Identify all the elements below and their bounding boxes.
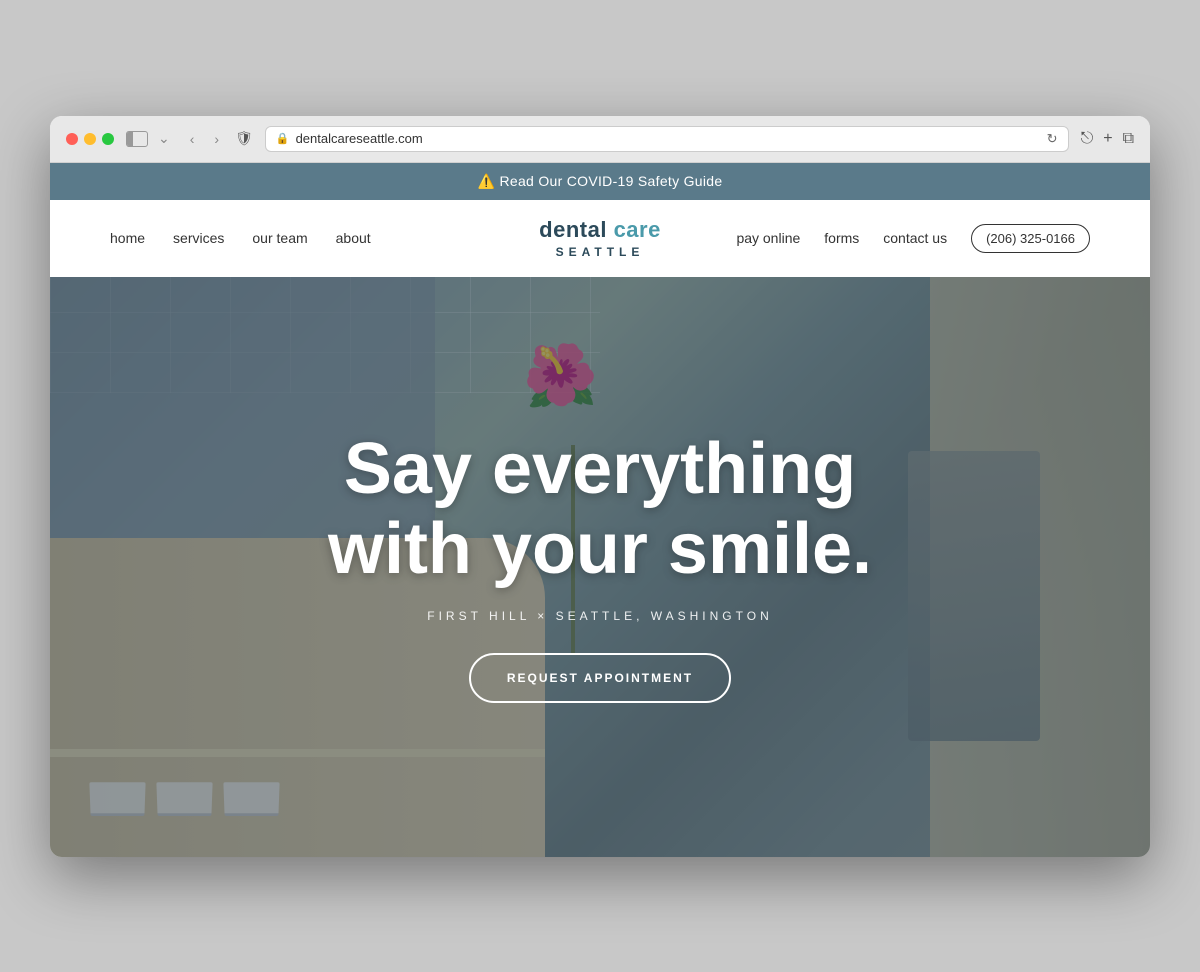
logo-care: care [614,217,661,242]
phone-button[interactable]: (206) 325-0166 [971,224,1090,253]
nav-forms[interactable]: forms [824,230,859,246]
logo[interactable]: dental care SEATTLE [539,217,661,259]
hero-content: Say everything with your smile. FIRST HI… [50,277,1150,857]
maximize-button[interactable] [102,133,114,145]
logo-dental: dental [539,217,613,242]
nav-services[interactable]: services [173,230,224,246]
nav-contact-us[interactable]: contact us [883,230,947,246]
forward-button[interactable]: › [210,129,223,149]
warning-icon: ⚠️ [478,173,496,189]
lock-icon: 🔒 [276,132,290,145]
headline-line2: with your smile. [328,510,872,589]
browser-actions: ⎋ + ⧉ [1081,130,1134,148]
nav-right: pay online forms contact us (206) 325-01… [736,224,1090,253]
close-button[interactable] [66,133,78,145]
nav-our-team[interactable]: our team [252,230,307,246]
navigation: home services our team about dental care… [50,200,1150,277]
share-icon[interactable]: ⎋ [1081,130,1094,148]
new-tab-icon[interactable]: + [1103,130,1112,148]
nav-left: home services our team about [110,230,371,246]
request-appointment-button[interactable]: REQUEST APPOINTMENT [469,653,731,703]
logo-text: dental care [539,217,661,243]
nav-home[interactable]: home [110,230,145,246]
browser-controls: ⌄ [126,128,174,149]
nav-about[interactable]: about [336,230,371,246]
refresh-icon[interactable]: ↻ [1047,131,1058,147]
nav-pay-online[interactable]: pay online [736,230,800,246]
covid-banner-text: Read Our COVID-19 Safety Guide [499,173,722,189]
browser-window: ⌄ ‹ › 🛡 🔒 dentalcareseattle.com ↻ ⎋ + ⧉ … [50,116,1150,857]
sidebar-toggle[interactable] [126,131,148,147]
hero-headline: Say everything with your smile. [328,430,872,588]
url-text: dentalcareseattle.com [296,131,423,146]
shield-icon: 🛡 [235,130,253,147]
hero-location: FIRST HILL × SEATTLE, WASHINGTON [427,609,773,623]
chevron-icon: ⌄ [154,128,174,149]
tabs-icon[interactable]: ⧉ [1123,130,1134,148]
headline-line1: Say everything [328,430,872,509]
back-button[interactable]: ‹ [186,129,199,149]
hero-section: 🌺 Say everything with your smile. FIRST … [50,277,1150,857]
address-bar[interactable]: 🔒 dentalcareseattle.com ↻ [265,126,1069,152]
covid-banner[interactable]: ⚠️ Read Our COVID-19 Safety Guide [50,163,1150,200]
logo-seattle: SEATTLE [539,245,661,259]
browser-chrome: ⌄ ‹ › 🛡 🔒 dentalcareseattle.com ↻ ⎋ + ⧉ [50,116,1150,163]
traffic-lights [66,133,114,145]
minimize-button[interactable] [84,133,96,145]
